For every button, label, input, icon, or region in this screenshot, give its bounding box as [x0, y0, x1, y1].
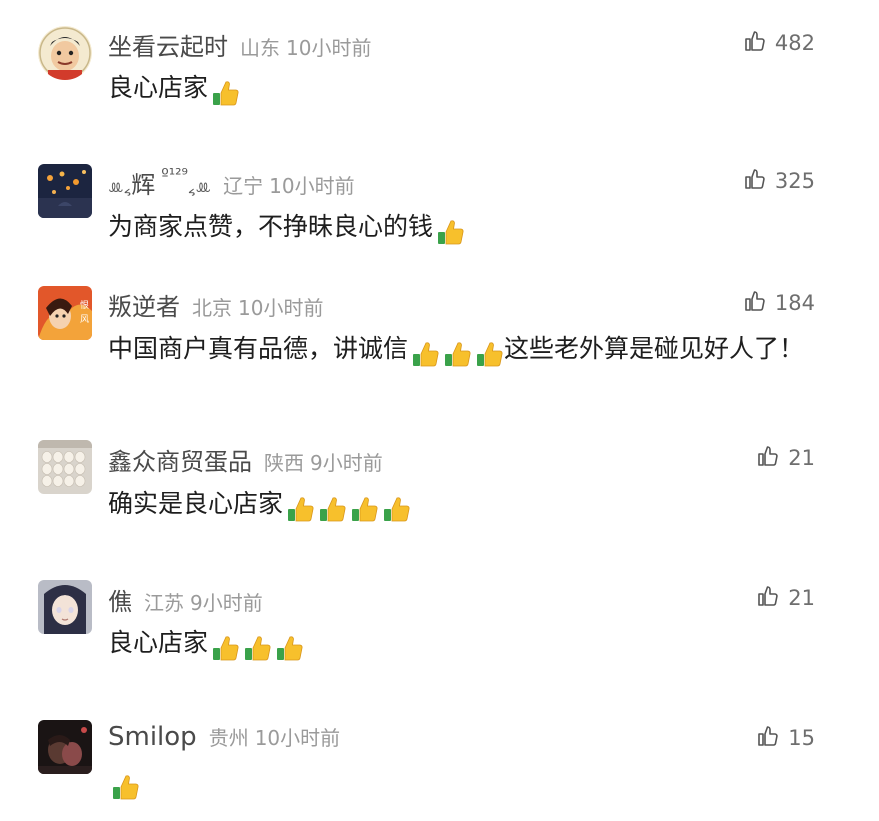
avatar[interactable]	[38, 720, 92, 774]
avatar[interactable]: 恨 风	[38, 286, 92, 340]
comment-body: 为商家点赞，不挣昧良心的钱	[108, 212, 434, 241]
thumbs-up-emoji-icon	[410, 340, 440, 368]
svg-text:风: 风	[80, 314, 89, 325]
emoji-group	[208, 629, 304, 665]
user-name[interactable]: 辉	[131, 165, 155, 200]
avatar[interactable]	[38, 164, 92, 218]
thumb-up-outline-icon	[756, 584, 788, 612]
comment-meta: Smilop 贵州 10小时前	[108, 722, 340, 756]
comment-item: 僬 江苏 9小时前 21 良心店家	[0, 560, 879, 700]
thumb-up-outline-icon	[743, 29, 775, 57]
comment-item: ꔛ៹ 辉 º¹²⁹ ៹ꔛ 辽宁 10小时前 325 为商家点赞，不挣昧良心的钱	[0, 140, 879, 270]
comment-item: 恨 风 叛逆者 北京 10小时前 184 中国商户真有品德，讲诚信 这些老外算是碰…	[0, 270, 879, 420]
thumbs-up-emoji-icon	[474, 340, 504, 368]
comment-text	[108, 764, 808, 804]
thumbs-up-emoji-icon	[381, 495, 411, 523]
comment-meta: 僬 江苏 9小时前	[108, 582, 263, 616]
thumbs-up-emoji-icon	[349, 495, 379, 523]
name-decoration-left: ꔛ៹	[108, 178, 132, 197]
like-count: 15	[788, 726, 815, 750]
comment-meta: 鑫众商贸蛋品 陕西 9小时前	[108, 442, 383, 476]
comment-time: 10小时前	[269, 174, 355, 198]
emoji-group	[283, 490, 411, 526]
thumbs-up-emoji-icon	[435, 218, 465, 246]
name-suffix: º¹²⁹	[161, 165, 188, 184]
user-name[interactable]: 坐看云起时	[108, 27, 228, 62]
emoji-group	[208, 74, 240, 110]
like-button[interactable]: 184	[743, 286, 815, 320]
comment-text: 确实是良心店家	[108, 486, 808, 526]
like-count: 21	[788, 446, 815, 470]
thumbs-up-emoji-icon	[317, 495, 347, 523]
thumbs-up-emoji-icon	[210, 79, 240, 107]
avatar[interactable]	[38, 26, 92, 80]
like-button[interactable]: 325	[743, 164, 815, 198]
user-location: 江苏	[144, 591, 184, 615]
avatar[interactable]	[38, 580, 92, 634]
svg-text:恨: 恨	[80, 299, 89, 311]
like-count: 184	[774, 291, 815, 315]
user-location: 北京	[192, 296, 232, 320]
like-button[interactable]: 21	[756, 581, 815, 615]
user-name[interactable]: 僬	[108, 582, 132, 617]
thumb-up-outline-icon	[743, 289, 775, 317]
comment-time: 9小时前	[190, 591, 263, 615]
comment-time: 10小时前	[286, 36, 372, 60]
thumbs-up-emoji-icon	[442, 340, 472, 368]
comment-time: 10小时前	[254, 726, 341, 750]
user-location: 贵州	[208, 726, 249, 750]
name-decoration-right: ៹ꔛ	[187, 178, 212, 197]
emoji-group	[433, 213, 465, 249]
thumbs-up-emoji-icon	[110, 773, 140, 801]
comment-text: 中国商户真有品德，讲诚信 这些老外算是碰见好人了！	[108, 331, 808, 371]
thumb-up-outline-icon	[743, 167, 775, 195]
user-name[interactable]: 叛逆者	[108, 287, 180, 322]
comment-text: 良心店家	[108, 625, 808, 665]
thumbs-up-emoji-icon	[274, 634, 304, 662]
thumbs-up-emoji-icon	[285, 495, 315, 523]
like-count: 325	[774, 169, 815, 193]
like-button[interactable]: 482	[743, 26, 815, 60]
comment-body-after: 这些老外算是碰见好人了！	[504, 334, 805, 363]
thumb-up-outline-icon	[756, 444, 788, 472]
thumb-up-outline-icon	[756, 724, 788, 752]
user-name[interactable]: 鑫众商贸蛋品	[108, 442, 252, 477]
comment-meta: ꔛ៹ 辉 º¹²⁹ ៹ꔛ 辽宁 10小时前	[108, 165, 355, 199]
thumbs-up-emoji-icon	[210, 634, 240, 662]
like-button[interactable]: 21	[756, 441, 815, 475]
comment-text: 为商家点赞，不挣昧良心的钱	[108, 209, 808, 249]
user-location: 陕西	[264, 451, 304, 475]
comment-body: 确实是良心店家	[108, 489, 284, 518]
user-location: 山东	[240, 36, 280, 60]
like-count: 21	[788, 586, 815, 610]
user-name[interactable]: Smilop	[108, 722, 197, 752]
emoji-group	[408, 335, 504, 371]
comment-meta: 叛逆者 北京 10小时前	[108, 287, 323, 321]
comment-meta: 坐看云起时 山东 10小时前	[108, 27, 371, 61]
avatar[interactable]	[38, 440, 92, 494]
comment-item: 坐看云起时 山东 10小时前 482 良心店家	[0, 0, 879, 140]
comment-time: 9小时前	[310, 451, 383, 475]
like-count: 482	[774, 31, 815, 55]
comment-body: 良心店家	[108, 73, 209, 102]
like-button[interactable]: 15	[756, 721, 815, 755]
comment-text: 良心店家	[108, 70, 808, 110]
comment-item: 鑫众商贸蛋品 陕西 9小时前 21 确实是良心店家	[0, 420, 879, 560]
comment-time: 10小时前	[238, 296, 324, 320]
comment-item: Smilop 贵州 10小时前 15	[0, 700, 879, 821]
comment-body-before: 中国商户真有品德，讲诚信	[108, 334, 409, 363]
user-location: 辽宁	[223, 174, 264, 198]
thumbs-up-emoji-icon	[242, 634, 272, 662]
comment-body: 良心店家	[108, 628, 209, 657]
emoji-group	[108, 768, 140, 804]
